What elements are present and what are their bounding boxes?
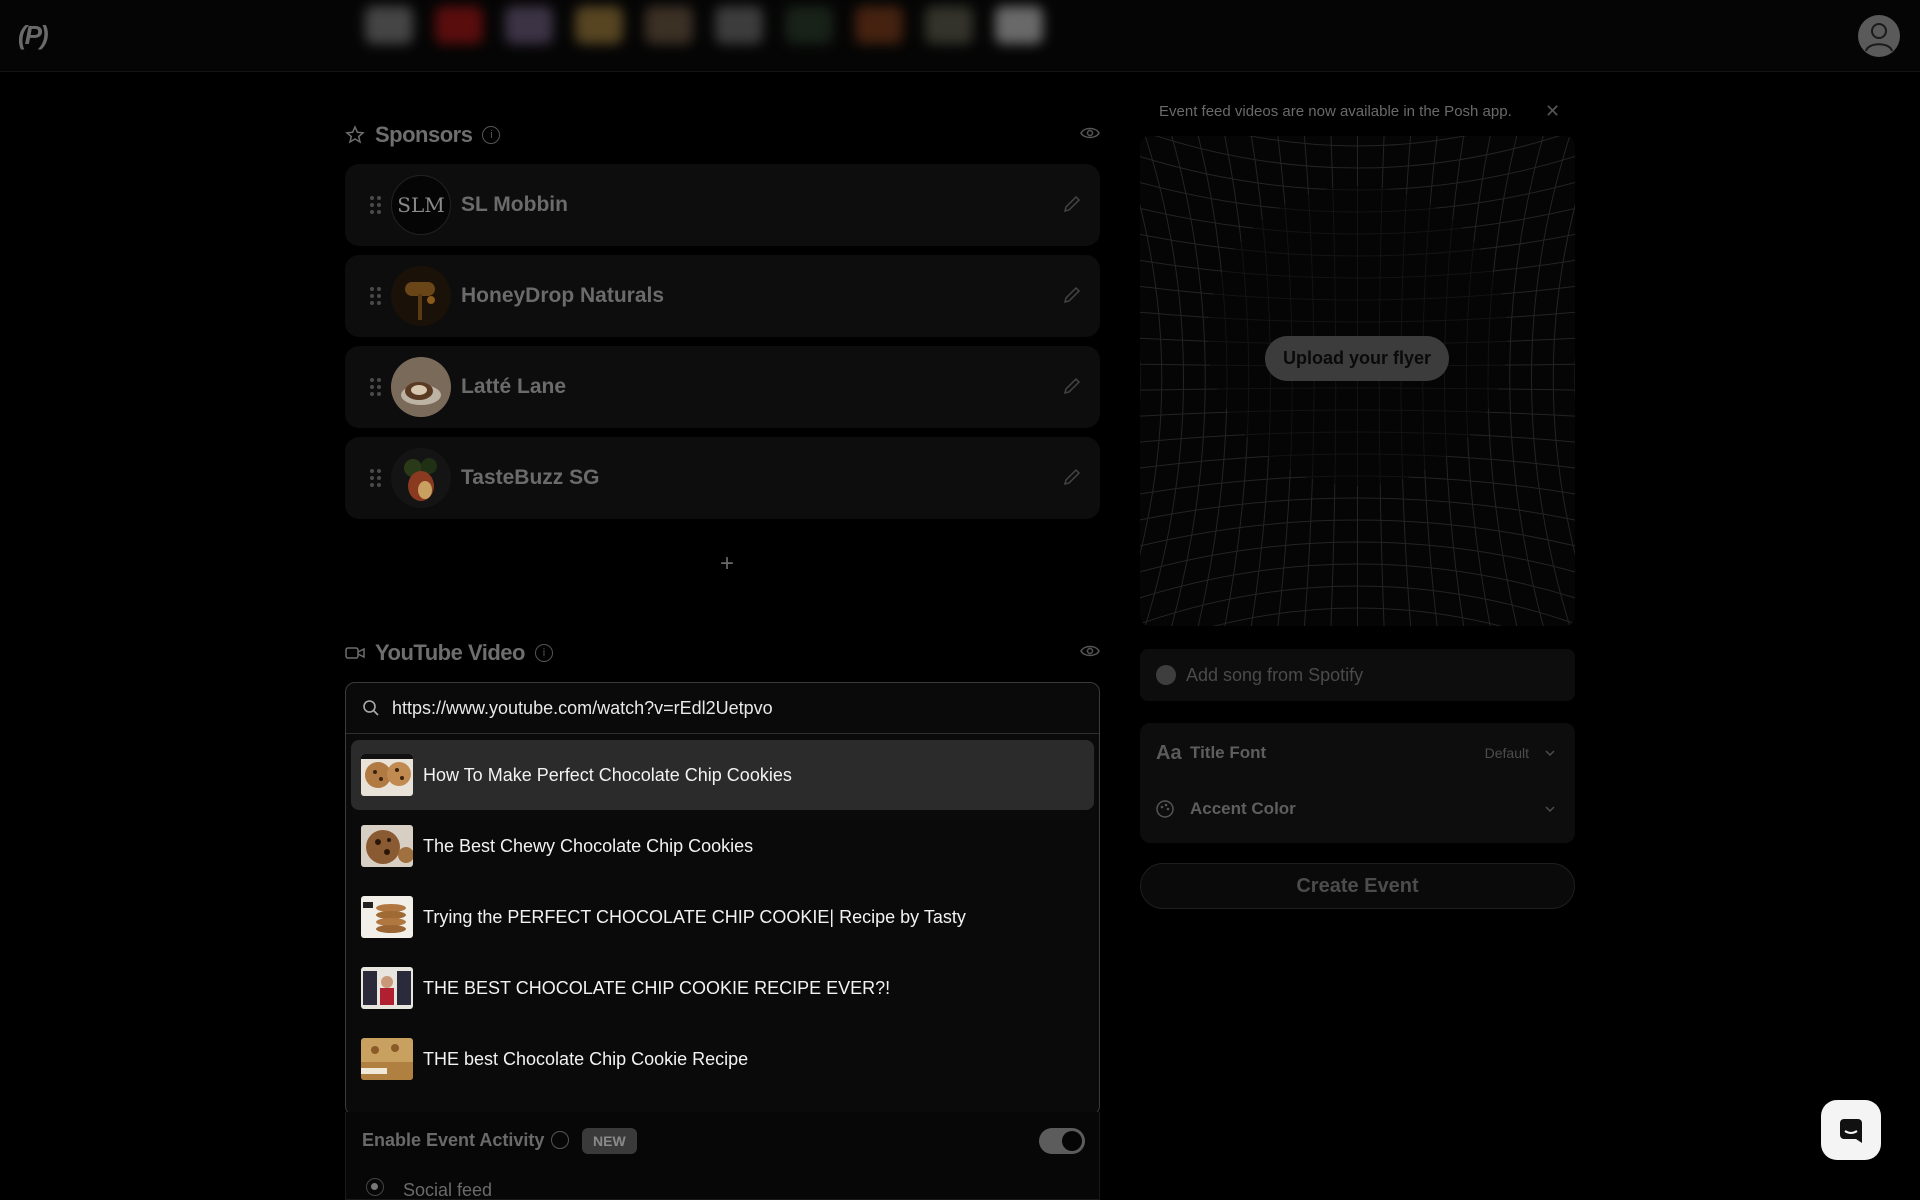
youtube-result-item[interactable]: THE best Chocolate Chip Cookie Recipe (351, 1024, 1094, 1094)
notice-banner: Event feed videos are now available in t… (1159, 103, 1512, 120)
pencil-icon[interactable] (1062, 285, 1082, 305)
video-thumbnail (361, 967, 413, 1009)
youtube-result-item[interactable]: How To Make Perfect Chocolate Chip Cooki… (351, 740, 1094, 810)
youtube-header: YouTube Video i (345, 638, 1100, 668)
result-title: How To Make Perfect Chocolate Chip Cooki… (423, 764, 792, 785)
youtube-url-input[interactable]: https://www.youtube.com/watch?v=rEdl2Uet… (346, 683, 1099, 734)
blurred-flyer-strip (335, 0, 1095, 50)
title-font-value: Default (1484, 745, 1529, 761)
flyer-placeholder[interactable] (1140, 136, 1575, 626)
drag-handle-icon[interactable] (363, 469, 387, 487)
event-activity-toggle[interactable] (1039, 1128, 1085, 1154)
youtube-result-item[interactable]: Trying the PERFECT CHOCOLATE CHIP COOKIE… (351, 882, 1094, 952)
spotify-placeholder: Add song from Spotify (1186, 665, 1364, 685)
event-activity-section: Enable Event Activity NEW Social feed (345, 1112, 1100, 1200)
create-event-button[interactable]: Create Event (1140, 863, 1575, 909)
eye-icon[interactable] (1080, 644, 1100, 658)
spotify-song-input[interactable]: Add song from Spotify (1140, 649, 1575, 701)
pencil-icon[interactable] (1062, 467, 1082, 487)
upload-flyer-button[interactable]: Upload your flyer (1265, 336, 1449, 381)
video-thumbnail (361, 825, 413, 867)
title-font-select[interactable]: Aa Title Font Default (1156, 738, 1561, 768)
spotify-icon (1156, 665, 1176, 685)
drag-handle-icon[interactable] (363, 378, 387, 396)
youtube-search-dropdown: https://www.youtube.com/watch?v=rEdl2Uet… (345, 682, 1100, 1116)
info-icon[interactable]: i (534, 644, 553, 662)
sponsor-logo: SLM (391, 175, 451, 235)
drag-handle-icon[interactable] (363, 287, 387, 305)
youtube-title: YouTube Video (375, 640, 525, 665)
pencil-icon[interactable] (1062, 194, 1082, 214)
sponsor-row[interactable]: HoneyDrop Naturals (345, 255, 1100, 337)
info-icon[interactable]: i (482, 126, 501, 144)
sponsor-row[interactable]: SLM SL Mobbin (345, 164, 1100, 246)
style-settings-panel: Aa Title Font Default Accent Color (1140, 723, 1575, 843)
star-icon (345, 125, 365, 144)
top-bar: (P) (0, 0, 1920, 72)
youtube-result-item[interactable]: THE BEST CHOCOLATE CHIP COOKIE RECIPE EV… (351, 953, 1094, 1023)
add-sponsor-button[interactable]: + (717, 550, 737, 578)
event-activity-label: Enable Event Activity (362, 1130, 545, 1150)
chat-icon (1840, 1119, 1862, 1143)
sponsors-header: Sponsors i (345, 120, 1100, 150)
sponsor-row[interactable]: TasteBuzz SG (345, 437, 1100, 519)
video-thumbnail (361, 1038, 413, 1080)
sponsor-name: HoneyDrop Naturals (461, 284, 665, 307)
chat-support-button[interactable] (1821, 1100, 1881, 1160)
user-avatar-icon[interactable] (1858, 15, 1900, 57)
flyer-grid-graphic (1140, 136, 1575, 626)
result-title: The Best Chewy Chocolate Chip Cookies (423, 835, 754, 856)
palette-icon (1156, 800, 1174, 818)
new-badge: NEW (582, 1128, 637, 1154)
posh-logo[interactable]: (P) (18, 20, 56, 50)
youtube-url-value[interactable]: https://www.youtube.com/watch?v=rEdl2Uet… (392, 698, 773, 719)
video-thumbnail (361, 896, 413, 938)
accent-color-select[interactable]: Accent Color (1156, 794, 1561, 824)
social-feed-label: Social feed (403, 1180, 493, 1200)
social-feed-radio[interactable] (366, 1178, 384, 1196)
sponsor-name: SL Mobbin (461, 193, 568, 216)
result-title: THE BEST CHOCOLATE CHIP COOKIE RECIPE EV… (423, 977, 891, 998)
title-font-label: Title Font (1190, 743, 1267, 762)
result-title: Trying the PERFECT CHOCOLATE CHIP COOKIE… (423, 906, 966, 927)
sponsor-logo (391, 266, 451, 326)
search-icon (363, 700, 379, 716)
info-icon[interactable] (551, 1131, 569, 1149)
sponsor-name: TasteBuzz SG (461, 466, 600, 489)
sponsor-logo (391, 357, 451, 417)
pencil-icon[interactable] (1062, 376, 1082, 396)
chevron-down-icon (1545, 806, 1555, 813)
eye-icon[interactable] (1080, 126, 1100, 140)
font-icon: Aa (1156, 741, 1182, 764)
close-icon[interactable]: ✕ (1545, 101, 1560, 122)
sponsor-name: Latté Lane (461, 375, 567, 398)
sponsor-logo (391, 448, 451, 508)
video-camera-icon (345, 647, 365, 659)
result-title: THE best Chocolate Chip Cookie Recipe (423, 1048, 749, 1069)
sponsor-row[interactable]: Latté Lane (345, 346, 1100, 428)
youtube-result-item[interactable]: The Best Chewy Chocolate Chip Cookies (351, 811, 1094, 881)
accent-color-label: Accent Color (1190, 799, 1296, 818)
drag-handle-icon[interactable] (363, 196, 387, 214)
chevron-down-icon (1545, 750, 1555, 757)
sponsors-title: Sponsors (375, 122, 473, 147)
video-thumbnail (361, 754, 413, 796)
